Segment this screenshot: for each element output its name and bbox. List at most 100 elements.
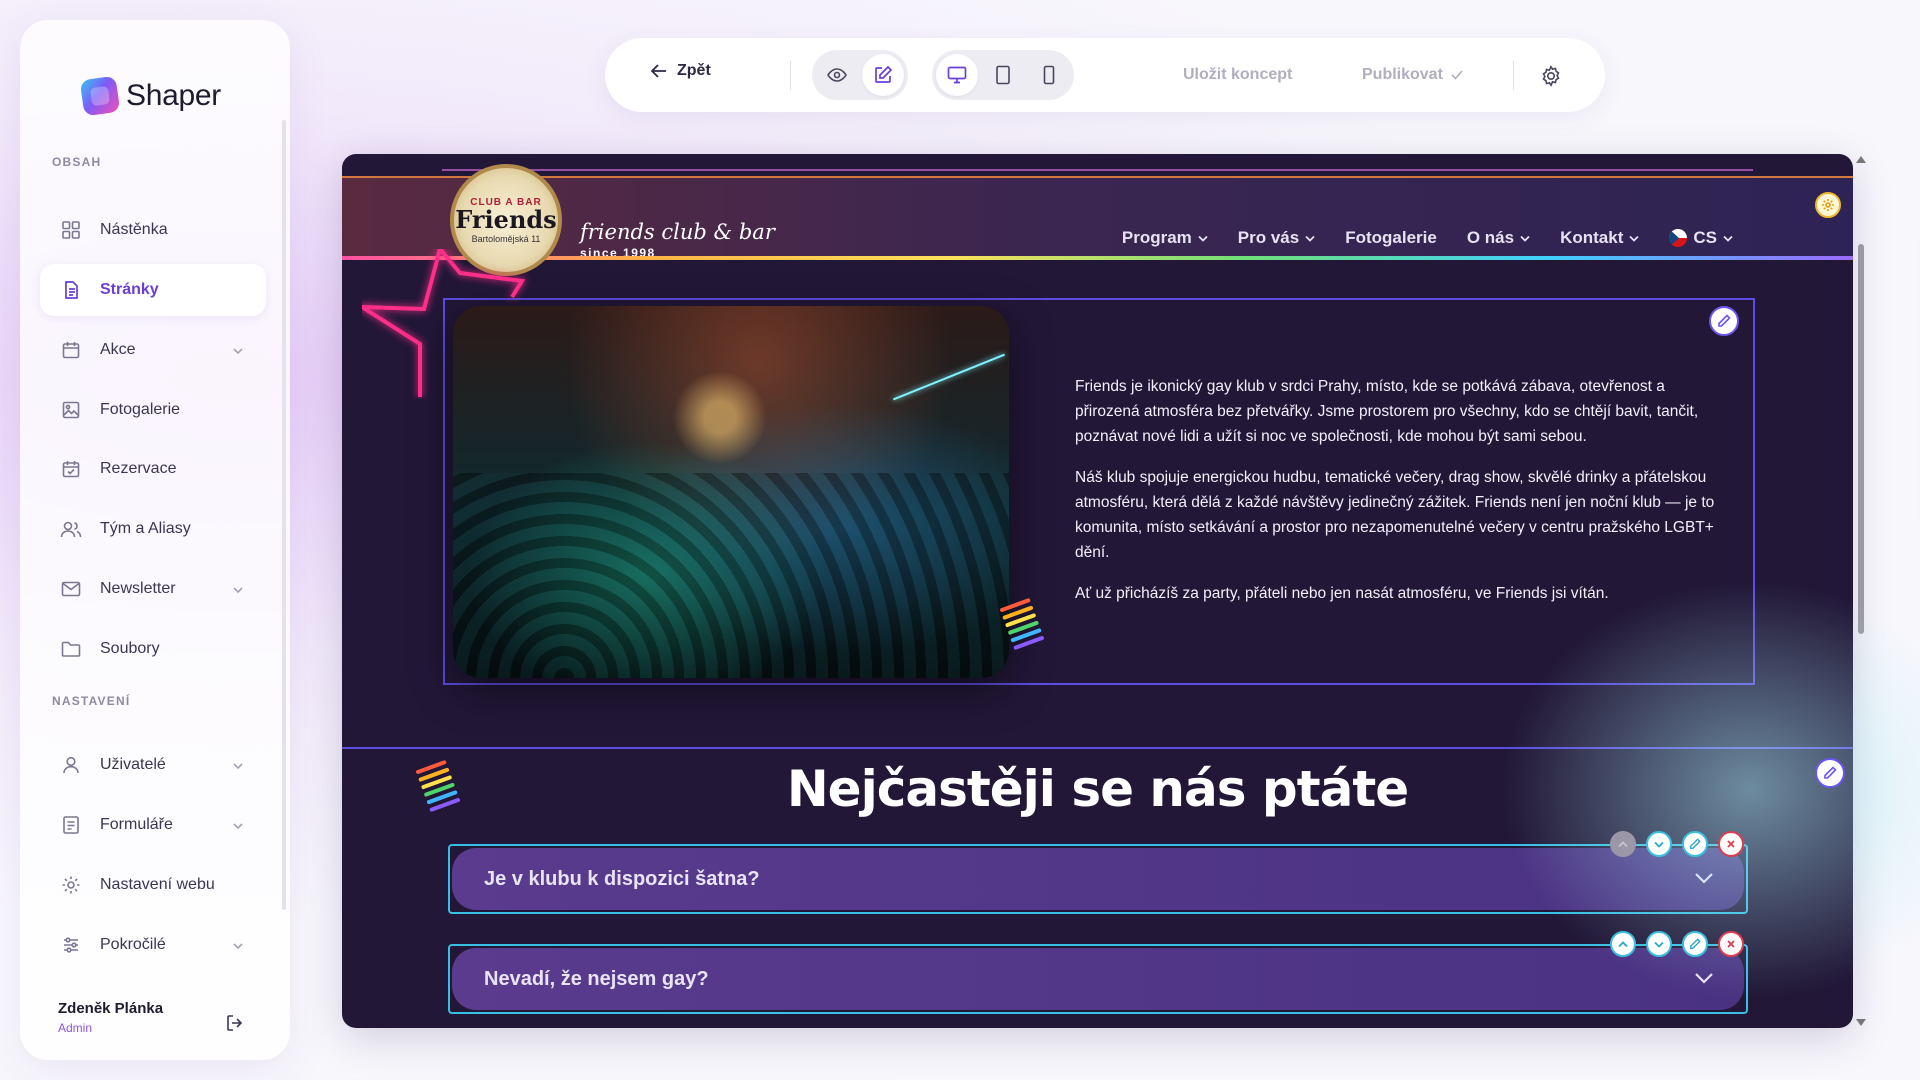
sidebar-item-reservations[interactable]: Rezervace (40, 443, 266, 495)
faq-title: Nejčastěji se nás ptáte (786, 760, 1409, 818)
nav-kontakt[interactable]: Kontakt (1560, 228, 1640, 248)
nav-pro-vas[interactable]: Pro vás (1238, 228, 1315, 248)
sidebar-item-files[interactable]: Soubory (40, 623, 266, 675)
faq-question: Nevadí, že nejsem gay? (484, 967, 709, 990)
faq-item[interactable]: Je v klubu k dispozici šatna? (448, 844, 1748, 914)
sidebar-item-dashboard[interactable]: Nástěnka (40, 204, 266, 256)
sidebar-item-label: Newsletter (100, 580, 176, 597)
about-paragraph: Náš klub spojuje energickou hudbu, temat… (1075, 469, 1715, 561)
chevron-down-icon (232, 581, 244, 599)
desktop-view-button[interactable] (936, 54, 978, 96)
pencil-icon (1690, 938, 1701, 949)
toolbar-divider (790, 60, 791, 90)
scroll-thumb[interactable] (1858, 244, 1864, 634)
chevron-down-icon (232, 342, 244, 360)
edit-block-button[interactable] (1709, 306, 1739, 336)
faq-question-toggle[interactable]: Nevadí, že nejsem gay? (452, 948, 1744, 1010)
about-paragraph: Friends je ikonický gay klub v srdci Pra… (1075, 378, 1699, 445)
section-divider (342, 747, 1853, 749)
mobile-view-button[interactable] (1028, 54, 1070, 96)
sidebar-item-label: Tým a Aliasy (100, 520, 191, 537)
tablet-view-button[interactable] (982, 54, 1024, 96)
section-label-content: OBSAH (52, 155, 102, 169)
nav-o-nas-label: O nás (1466, 228, 1515, 247)
nav-fotogalerie[interactable]: Fotogalerie (1345, 228, 1437, 248)
logout-button[interactable] (220, 1008, 250, 1038)
preview-button[interactable] (816, 54, 858, 96)
chevron-down-icon (1723, 235, 1733, 242)
back-label: Zpět (677, 62, 711, 79)
sidebar-item-newsletter[interactable]: Newsletter (40, 563, 266, 615)
sidebar-item-advanced[interactable]: Pokročilé (40, 919, 266, 971)
pencil-icon (1824, 766, 1837, 779)
folder-icon (60, 638, 82, 660)
logout-icon (227, 1015, 243, 1031)
sidebar-item-label: Nastavení webu (100, 876, 215, 893)
move-down-button[interactable] (1646, 931, 1672, 957)
nav-o-nas[interactable]: O nás (1467, 228, 1530, 248)
scroll-up-arrow[interactable] (1856, 156, 1866, 163)
move-down-button[interactable] (1646, 831, 1672, 857)
move-up-button[interactable] (1610, 931, 1636, 957)
about-text: Friends je ikonický gay klub v srdci Pra… (1075, 374, 1723, 622)
edit-item-button[interactable] (1682, 831, 1708, 857)
sidebar-item-users[interactable]: Uživatelé (40, 739, 266, 791)
chevron-up-icon (1618, 940, 1628, 947)
scroll-down-arrow[interactable] (1856, 1019, 1866, 1026)
user-icon (60, 754, 82, 776)
delete-item-button[interactable] (1718, 831, 1744, 857)
sidebar-item-label: Fotogalerie (100, 401, 181, 418)
save-draft-button[interactable]: Uložit koncept (1183, 66, 1292, 84)
language-switcher[interactable]: CS (1669, 228, 1733, 248)
tagline-text: friends club & bar (580, 220, 775, 244)
eye-icon (827, 68, 847, 82)
user-profile[interactable]: Zdeněk Plánka Admin (58, 1000, 163, 1035)
delete-item-button[interactable] (1718, 931, 1744, 957)
sidebar: Shaper OBSAH Nástěnka Stránky Akce Fotog… (20, 20, 290, 1060)
header-settings-button[interactable] (1815, 192, 1841, 218)
brand-name: Shaper (126, 79, 221, 112)
sidebar-item-events[interactable]: Akce (40, 324, 266, 376)
page-icon (60, 279, 82, 301)
page-settings-button[interactable] (1535, 60, 1567, 92)
gear-icon (1822, 199, 1834, 211)
chevron-down-icon (232, 937, 244, 955)
header-neon-line (442, 169, 1753, 171)
faq-item[interactable]: Nevadí, že nejsem gay? (448, 944, 1748, 1014)
faq-item-controls (1610, 931, 1744, 957)
pencil-icon (1690, 838, 1701, 849)
close-icon (1727, 840, 1735, 848)
site-header[interactable]: friends club & bar since 1998 Program Pr… (342, 169, 1853, 260)
content-block-selected[interactable]: Friends je ikonický gay klub v srdci Pra… (443, 298, 1755, 685)
sidebar-item-pages[interactable]: Stránky (40, 264, 266, 316)
back-button[interactable]: Zpět (651, 62, 711, 80)
edit-mode-button[interactable] (862, 54, 904, 96)
sidebar-scrollbar[interactable] (282, 120, 286, 910)
brand[interactable]: Shaper (79, 75, 221, 117)
device-group (932, 50, 1074, 100)
edit-icon (875, 65, 893, 83)
gear-icon (60, 874, 82, 896)
sidebar-item-forms[interactable]: Formuláře (40, 799, 266, 851)
chevron-down-icon (1654, 941, 1664, 948)
edit-item-button[interactable] (1682, 931, 1708, 957)
nav-program[interactable]: Program (1122, 228, 1208, 248)
edit-section-button[interactable] (1815, 758, 1845, 788)
sidebar-item-team[interactable]: Tým a Aliasy (40, 503, 266, 555)
sidebar-item-label: Soubory (100, 640, 160, 657)
section-label-settings: NASTAVENÍ (52, 694, 131, 708)
form-icon (60, 814, 82, 836)
canvas-scrollbar[interactable] (1853, 154, 1869, 1028)
faq-question: Je v klubu k dispozici šatna? (484, 867, 760, 890)
sidebar-item-gallery[interactable]: Fotogalerie (40, 384, 266, 436)
photo-laser-beam (892, 353, 1006, 401)
move-up-button[interactable] (1610, 831, 1636, 857)
faq-question-toggle[interactable]: Je v klubu k dispozici šatna? (452, 848, 1744, 910)
chevron-down-icon (1629, 235, 1640, 242)
user-name: Zdeněk Plánka (58, 1000, 164, 1017)
save-draft-label: Uložit koncept (1183, 66, 1293, 83)
publish-button[interactable]: Publikovat (1362, 66, 1463, 84)
dashboard-icon (60, 219, 82, 241)
nav-kontakt-label: Kontakt (1560, 228, 1624, 247)
sidebar-item-site-settings[interactable]: Nastavení webu (40, 859, 266, 911)
